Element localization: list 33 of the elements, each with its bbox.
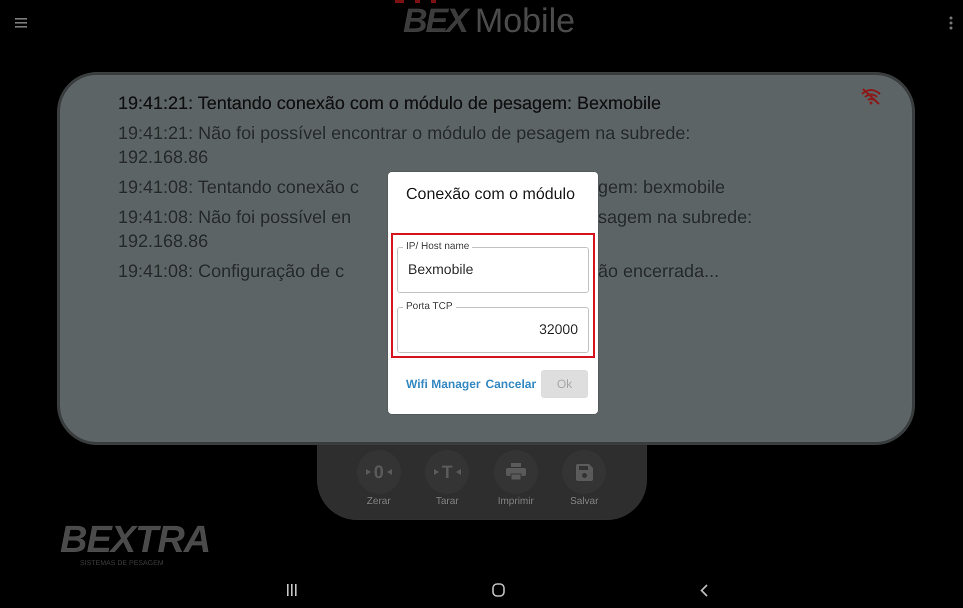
log-line: sagem na subrede: bbox=[598, 206, 752, 229]
log-line: 19:41:08: Tentando conexão c bbox=[118, 176, 359, 199]
arrow-icon bbox=[386, 469, 392, 475]
arrow-icon bbox=[456, 469, 461, 475]
app-title: Mobile bbox=[474, 2, 576, 40]
home-icon[interactable] bbox=[492, 583, 505, 597]
save-icon bbox=[576, 464, 593, 480]
action-label: Tarar bbox=[436, 496, 459, 507]
log-line: 19:41:21: Tentando conexão com o módulo de pesagem: Bexmobile bbox=[118, 92, 662, 115]
log-line: ão encerrada... bbox=[598, 260, 720, 283]
action-label: Imprimir bbox=[498, 496, 534, 507]
recent-apps-icon[interactable] bbox=[287, 584, 297, 596]
log-line: 192.168.86 bbox=[118, 146, 208, 169]
arrow-icon bbox=[366, 469, 371, 475]
log-line: 192.168.86 bbox=[118, 230, 208, 253]
input-field[interactable]: IP/ Host name Bexmobile bbox=[397, 241, 589, 293]
input-field[interactable]: Porta TCP 32000 bbox=[397, 301, 589, 353]
action-label: Salvar bbox=[570, 496, 598, 507]
back-icon[interactable] bbox=[700, 584, 708, 596]
dialog-title: Conexão com o módulo bbox=[405, 185, 576, 205]
arrow-icon bbox=[434, 469, 439, 475]
more-options-icon[interactable] bbox=[949, 16, 953, 30]
log-line: 19:41:08: Não foi possível en bbox=[118, 206, 352, 229]
dialog-button[interactable]: Cancelar bbox=[485, 377, 536, 391]
logo-mark: BEX bbox=[400, 4, 473, 36]
action-label: Zerar bbox=[366, 496, 391, 507]
log-line: 19:41:08: Configuração de c bbox=[118, 260, 344, 283]
log-line: 19:41:21: Não foi possível encontrar o módulo de pesagem na subrede: bbox=[118, 122, 690, 145]
brand-logo: BEXTRA bbox=[60, 520, 210, 560]
printer-icon bbox=[506, 463, 526, 481]
dialog-button[interactable]: Wifi Manager bbox=[406, 377, 481, 391]
log-line: gem: bexmobile bbox=[598, 176, 726, 199]
menu-icon[interactable] bbox=[15, 18, 27, 28]
